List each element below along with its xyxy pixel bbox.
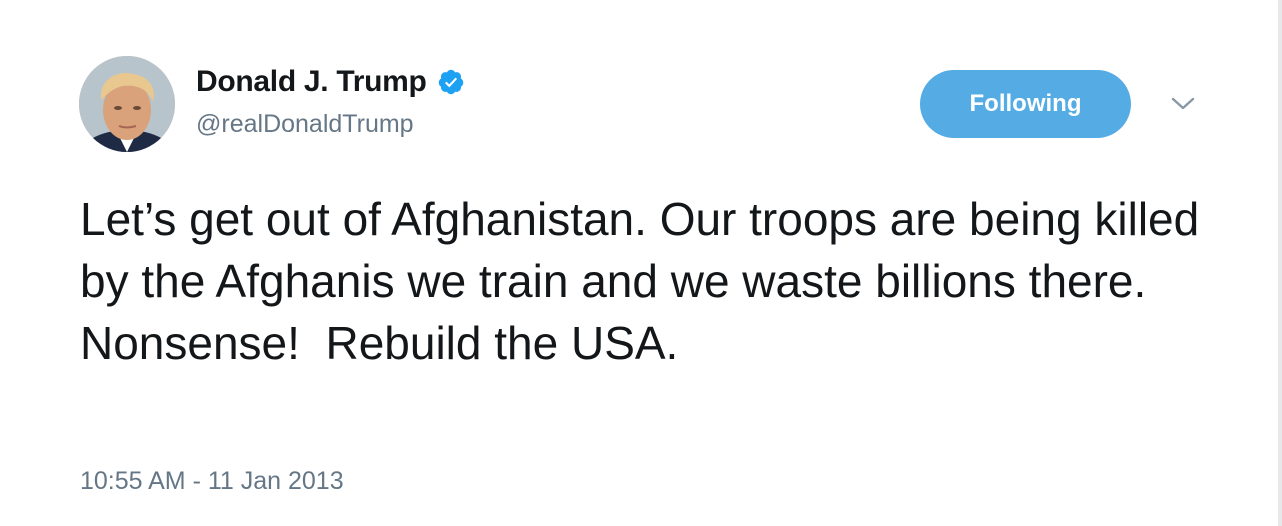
author-handle[interactable]: @realDonaldTrump	[196, 110, 414, 139]
tweet-timestamp[interactable]: 10:55 AM - 11 Jan 2013	[80, 467, 344, 496]
avatar[interactable]	[79, 56, 175, 152]
chevron-down-icon[interactable]	[1168, 92, 1198, 116]
verified-badge-icon	[437, 68, 465, 96]
tweet-text: Let’s get out of Afghanistan. Our troops…	[80, 193, 1212, 369]
avatar-image	[79, 56, 175, 152]
author-name-row: Donald J. Trump	[196, 64, 465, 100]
following-button[interactable]: Following	[920, 70, 1131, 138]
window-edge	[1278, 0, 1282, 526]
author-display-name[interactable]: Donald J. Trump	[196, 65, 427, 99]
